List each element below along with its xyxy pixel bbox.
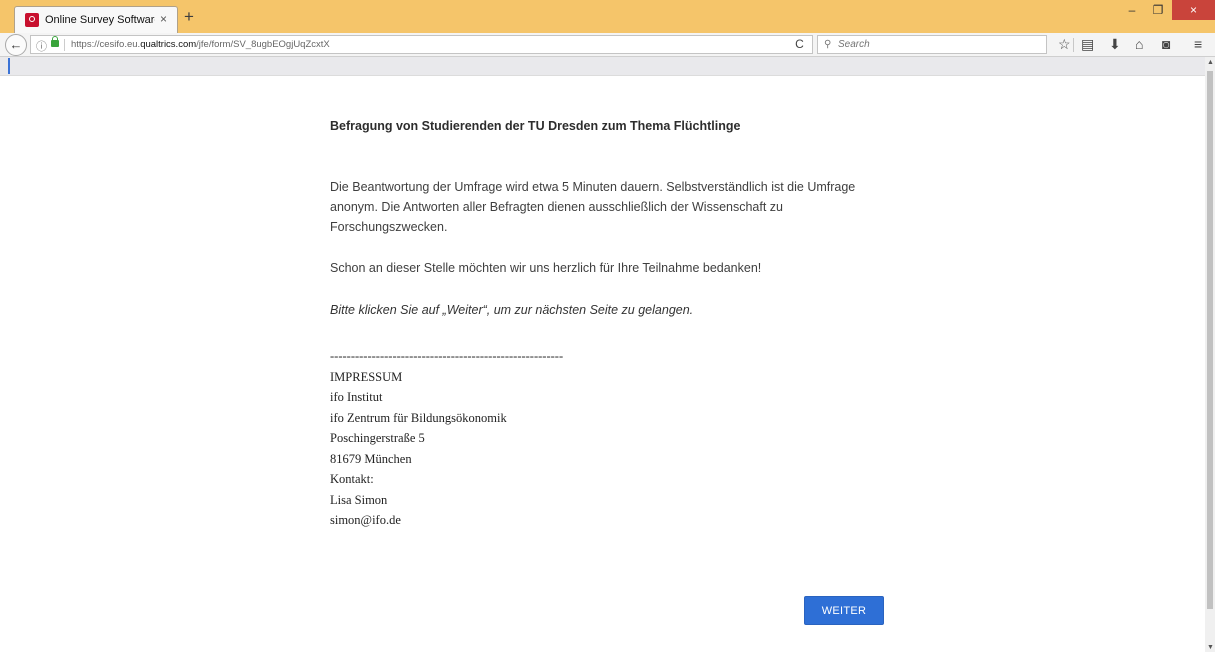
- window-close-icon[interactable]: ×: [1172, 0, 1215, 20]
- scroll-up-icon[interactable]: ▲: [1207, 59, 1214, 66]
- impressum-heading: IMPRESSUM: [330, 369, 403, 384]
- impressum-center: ifo Zentrum für Bildungsökonomik: [330, 410, 507, 425]
- thanks-text: Schon an dieser Stelle möchten wir uns h…: [330, 261, 762, 275]
- window-minimize-icon[interactable]: –: [1120, 0, 1144, 20]
- browser-navbar: ← ⓘ https://cesifo.eu.qualtrics.com/jfe/…: [0, 33, 1215, 57]
- qualtrics-favicon-icon: [25, 13, 39, 27]
- window-maximize-icon[interactable]: ❐: [1146, 0, 1170, 20]
- reload-icon[interactable]: C: [787, 35, 813, 54]
- url-path: /jfe/form/SV_8ugbEOgjUqZcxtX: [196, 39, 330, 50]
- lock-icon[interactable]: [51, 36, 59, 47]
- new-tab-icon[interactable]: +: [184, 8, 194, 25]
- toolbar-divider: [1073, 38, 1074, 52]
- reading-list-icon[interactable]: ▤: [1081, 36, 1094, 53]
- url-bar[interactable]: ⓘ https://cesifo.eu.qualtrics.com/jfe/fo…: [30, 35, 812, 54]
- url-text[interactable]: https://cesifo.eu.qualtrics.com/jfe/form…: [71, 39, 330, 50]
- impressum-city: 81679 München: [330, 451, 412, 466]
- pocket-icon[interactable]: ◙: [1162, 36, 1170, 53]
- page-scrollbar[interactable]: ▲ ▼: [1205, 57, 1215, 652]
- impressum-institute: ifo Institut: [330, 390, 383, 404]
- browser-tab-active[interactable]: Online Survey Software | ... ×: [14, 6, 178, 33]
- tab-close-icon[interactable]: ×: [160, 12, 167, 26]
- survey-header-strip: [0, 57, 1205, 76]
- impressum-contact-email: simon@ifo.de: [330, 513, 401, 527]
- url-domain: qualtrics.com: [140, 39, 197, 50]
- tab-title: Online Survey Software | ...: [45, 14, 155, 26]
- scrollbar-thumb[interactable]: [1207, 71, 1213, 609]
- search-input[interactable]: [838, 37, 1038, 52]
- impressum-contact-name: Lisa Simon: [330, 492, 388, 507]
- search-bar[interactable]: ⚲: [817, 35, 1047, 54]
- url-divider: [64, 39, 65, 51]
- search-icon: ⚲: [824, 39, 832, 50]
- url-prefix: https://cesifo.eu.: [71, 39, 141, 50]
- weiter-button[interactable]: WEITER: [804, 596, 884, 625]
- impressum-block: ----------------------------------------…: [330, 346, 563, 531]
- impressum-contact-label: Kontakt:: [330, 472, 374, 486]
- browser-titlebar: Online Survey Software | ... × + – ❐ ×: [0, 0, 1215, 33]
- next-instruction-text: Bitte klicken Sie auf „Weiter“, um zur n…: [330, 303, 694, 317]
- downloads-icon[interactable]: ⬇: [1109, 36, 1121, 53]
- impressum-street: Poschingerstraße 5: [330, 431, 425, 445]
- impressum-divider: ----------------------------------------…: [330, 349, 564, 363]
- intro-text: Die Beantwortung der Umfrage wird etwa 5…: [330, 180, 856, 234]
- home-icon[interactable]: ⌂: [1135, 36, 1143, 53]
- progress-indicator: [8, 58, 10, 74]
- info-icon[interactable]: ⓘ: [36, 38, 47, 54]
- menu-hamburger-icon[interactable]: ≡: [1194, 36, 1202, 53]
- scroll-down-icon[interactable]: ▼: [1207, 644, 1214, 651]
- back-arrow-icon[interactable]: ←: [5, 34, 27, 56]
- survey-title: Befragung von Studierenden der TU Dresde…: [330, 119, 741, 133]
- bookmark-star-icon[interactable]: ☆: [1058, 36, 1071, 53]
